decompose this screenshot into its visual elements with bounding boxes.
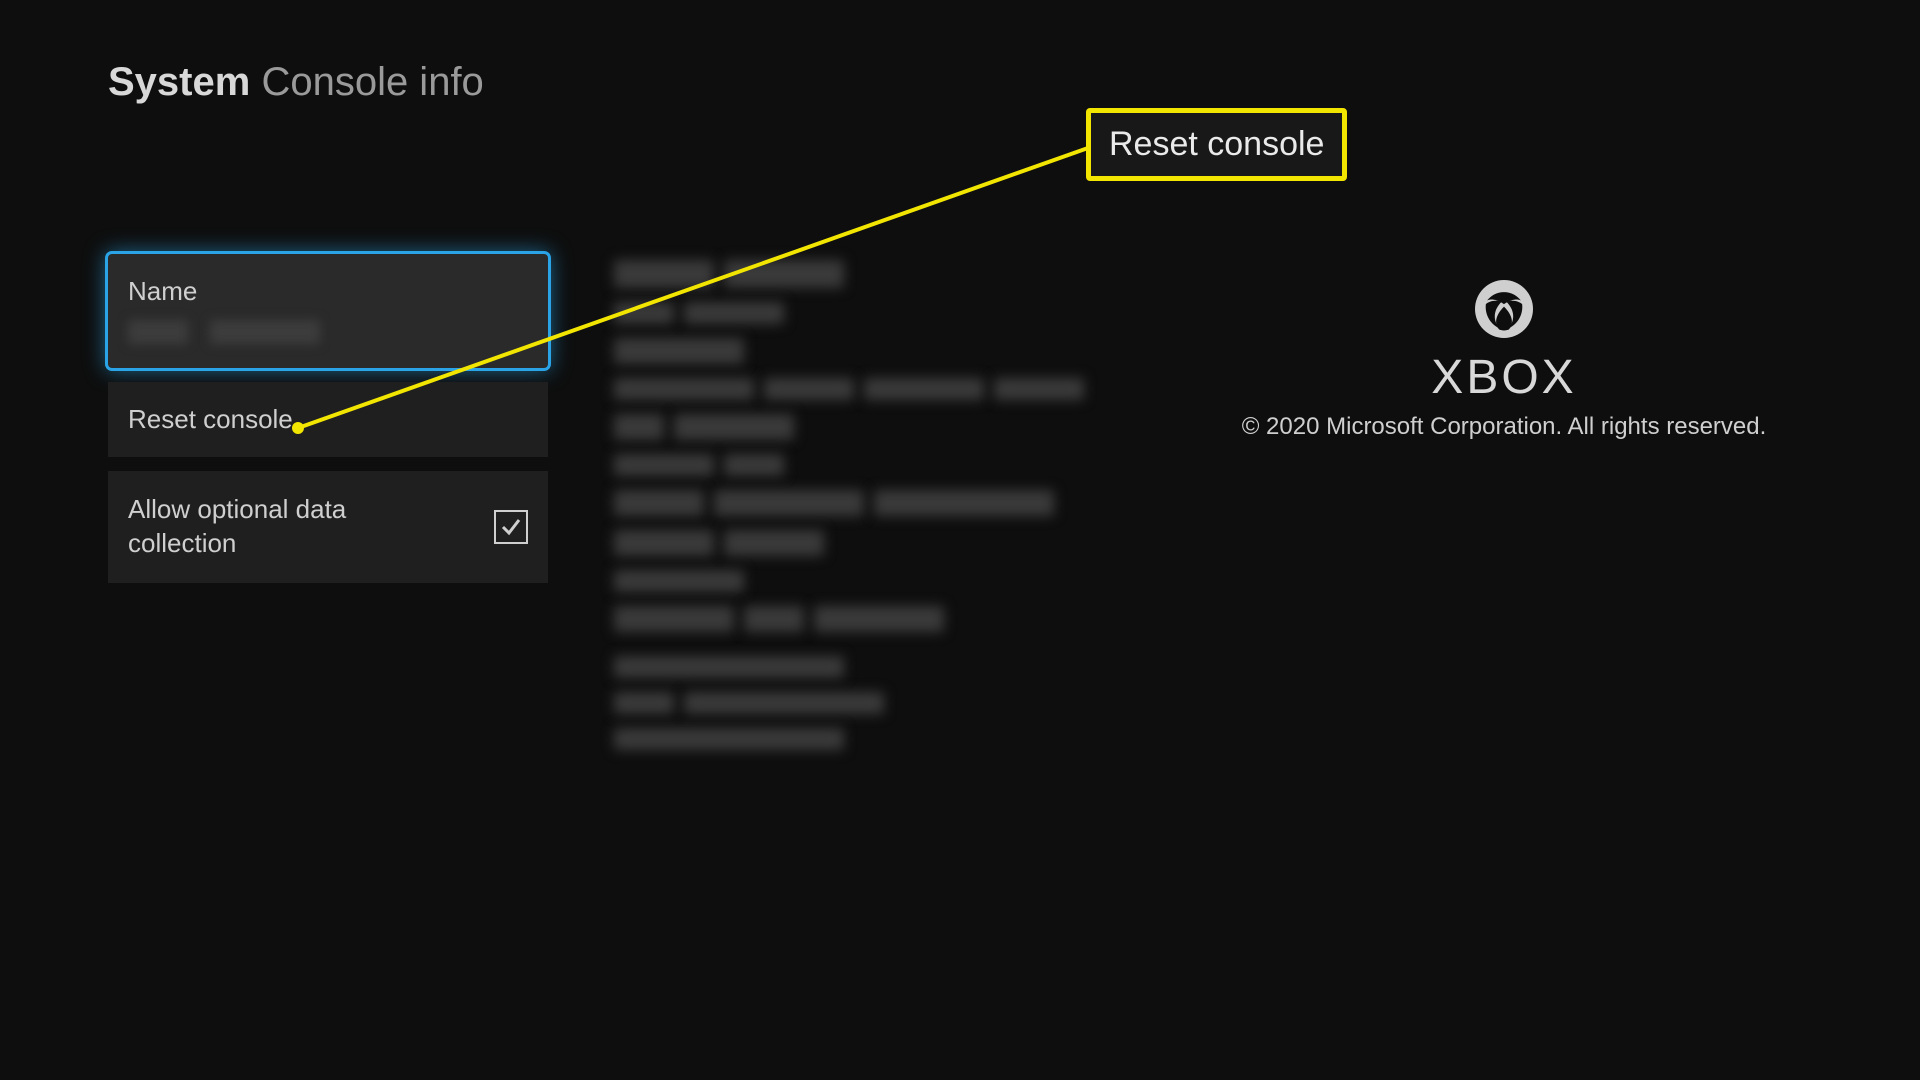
xbox-logo-icon [1475, 280, 1533, 338]
checkmark-icon [499, 515, 523, 539]
annotation-callout-text: Reset console [1109, 125, 1324, 163]
header-page-title: Console info [261, 60, 483, 104]
menu-item-name[interactable]: Name [108, 254, 548, 368]
brand-name: XBOX [1194, 350, 1814, 405]
menu-item-name-value-redacted [128, 315, 528, 346]
menu-item-data-collection[interactable]: Allow optional data collection [108, 471, 548, 583]
console-info-details-redacted [614, 260, 1084, 764]
header-section: System [108, 60, 250, 104]
settings-menu: Name Reset console Allow optional data c… [108, 254, 548, 597]
page-header: System Console info [108, 60, 484, 105]
brand-copyright: © 2020 Microsoft Corporation. All rights… [1194, 413, 1814, 441]
brand-panel: XBOX © 2020 Microsoft Corporation. All r… [1194, 280, 1814, 441]
menu-item-data-collection-label: Allow optional data collection [128, 493, 428, 561]
menu-item-name-label: Name [128, 276, 528, 307]
menu-item-reset-console[interactable]: Reset console [108, 382, 548, 457]
annotation-callout: Reset console [1086, 108, 1347, 181]
menu-item-reset-label: Reset console [128, 404, 293, 434]
checkbox-data-collection[interactable] [494, 510, 528, 544]
